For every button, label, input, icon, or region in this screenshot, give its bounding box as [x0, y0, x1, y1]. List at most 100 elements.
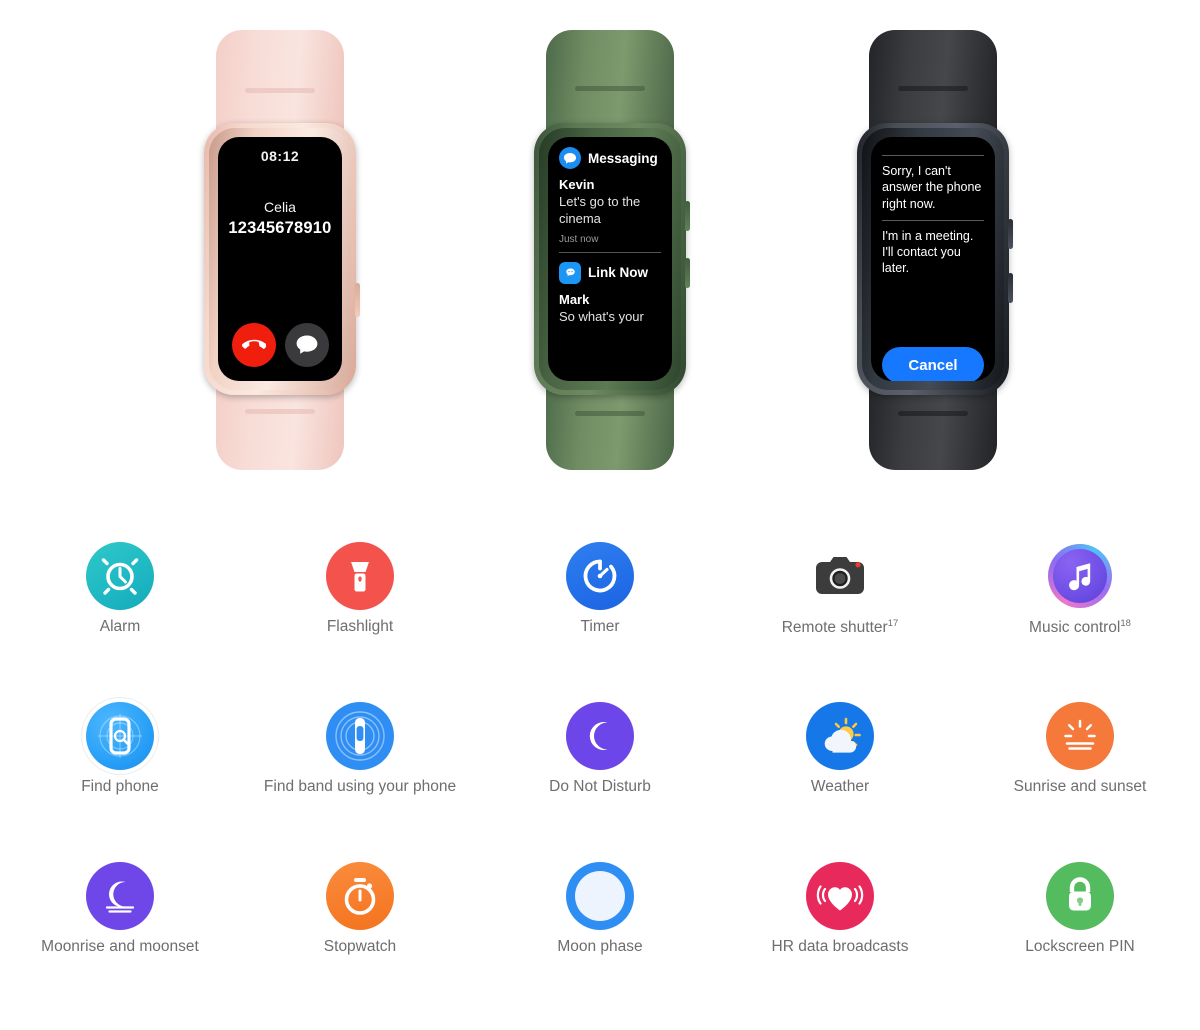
feature-moon-phase[interactable]: Moon phase	[480, 850, 720, 1010]
label-text: Remote shutter	[781, 619, 888, 637]
do-not-disturb-icon	[566, 702, 634, 770]
message-bubble-icon	[296, 335, 317, 354]
caller-number: 12345678910	[228, 219, 332, 237]
feature-lockscreen-pin[interactable]: Lockscreen PIN	[960, 850, 1200, 1010]
quick-reply-option[interactable]: Sorry, I can't answer the phone right no…	[882, 156, 984, 220]
icon-wrap	[326, 530, 394, 622]
icon-wrap	[1046, 690, 1114, 782]
label-text: Timer	[580, 618, 620, 635]
watch-quick-replies: Sorry, I can't answer the phone right no…	[838, 30, 1028, 470]
notification-sender: Mark	[559, 291, 590, 307]
icon-wrap	[566, 850, 634, 942]
feature-grid: Alarm Flashlight Timer Remote shutter17 …	[0, 530, 1200, 1010]
notification-body: Let's go to the cinema	[559, 194, 641, 227]
cancel-button[interactable]: Cancel	[882, 347, 984, 381]
feature-label: Music control18	[1029, 619, 1131, 636]
band-seam	[898, 86, 968, 91]
link-now-glyph-icon	[563, 266, 577, 279]
decline-call-button[interactable]	[231, 323, 276, 367]
label-text: Sunrise and sunset	[1013, 778, 1147, 795]
notification-app-name: Link Now	[588, 265, 648, 281]
watch-bezel: 08:12 Celia 12345678910	[209, 128, 351, 390]
notification-item[interactable]: Messaging Kevin Let's go to the cinema J…	[559, 147, 661, 245]
feature-hr-data-broadcasts[interactable]: HR data broadcasts	[720, 850, 960, 1010]
feature-find-band[interactable]: Find band using your phone	[240, 690, 480, 850]
heart-broadcast-glyph	[816, 885, 864, 911]
feature-find-phone[interactable]: Find phone	[0, 690, 240, 850]
link-now-app-icon	[559, 261, 581, 284]
watch-screen-quick-reply[interactable]: Sorry, I can't answer the phone right no…	[871, 137, 995, 381]
band-seam	[575, 86, 645, 91]
feature-alarm[interactable]: Alarm	[0, 530, 240, 690]
label-text: Find band using your phone	[263, 778, 457, 795]
feature-weather[interactable]: Weather	[720, 690, 960, 850]
feature-moonrise-moonset[interactable]: Moonrise and moonset	[0, 850, 240, 1010]
sunrise-sunset-icon	[1046, 702, 1114, 770]
feature-label: Lockscreen PIN	[1025, 939, 1134, 955]
notification-item[interactable]: Link Now Mark So what's your	[559, 261, 661, 325]
label-text: Weather	[810, 778, 870, 795]
label-text: Lockscreen PIN	[1025, 938, 1135, 955]
label-text: Moonrise and moonset	[41, 938, 199, 955]
feature-timer[interactable]: Timer	[480, 530, 720, 690]
icon-wrap	[326, 850, 394, 942]
notification-list: Messaging Kevin Let's go to the cinema J…	[548, 137, 672, 325]
watch-case: 08:12 Celia 12345678910	[204, 123, 360, 395]
watch-screen-notifications[interactable]: Messaging Kevin Let's go to the cinema J…	[548, 137, 672, 381]
footnote-marker: 18	[1120, 618, 1131, 629]
feature-flashlight[interactable]: Flashlight	[240, 530, 480, 690]
band-seam	[898, 411, 968, 416]
feature-sunrise-sunset[interactable]: Sunrise and sunset	[960, 690, 1200, 850]
phone-decline-icon	[241, 339, 266, 349]
label-text: Flashlight	[326, 618, 394, 635]
watch-side-button-secondary[interactable]	[1008, 273, 1013, 303]
feature-row: Alarm Flashlight Timer Remote shutter17 …	[0, 530, 1200, 690]
feature-label: Remote shutter17	[782, 619, 899, 636]
timer-glyph	[583, 559, 617, 593]
find-band-glyph	[335, 711, 385, 761]
feature-label: Weather	[811, 779, 869, 795]
watch-side-button[interactable]	[1008, 219, 1013, 249]
camera-glyph	[816, 557, 864, 594]
find-phone-icon	[81, 697, 159, 775]
footnote-marker: 17	[887, 618, 899, 629]
label-text: Music control	[1029, 619, 1121, 637]
watch-side-button[interactable]	[685, 201, 690, 231]
moonrise-moonset-icon	[86, 862, 154, 930]
notification-time: Just now	[559, 233, 599, 245]
feature-music-control[interactable]: Music control18	[960, 530, 1200, 690]
watch-side-button-secondary[interactable]	[685, 258, 690, 288]
padlock-glyph	[1069, 877, 1091, 911]
feature-row: Moonrise and moonset Stopwatch Moon phas…	[0, 850, 1200, 1010]
feature-remote-shutter[interactable]: Remote shutter17	[720, 530, 960, 690]
crescent-moon-glyph	[589, 722, 608, 750]
watch-incoming-call: 08:12 Celia 12345678910	[185, 30, 375, 470]
sun-cloud-glyph	[824, 717, 861, 753]
music-note-icon	[1046, 542, 1114, 610]
quick-reply-option[interactable]: I'm in a meeting. I'll contact you later…	[882, 221, 984, 285]
band-seam	[245, 409, 315, 414]
reply-message-button[interactable]	[284, 323, 329, 367]
camera-shutter-icon	[806, 542, 874, 610]
alarm-clock-icon	[86, 542, 154, 610]
feature-stopwatch[interactable]: Stopwatch	[240, 850, 480, 1010]
icon-wrap	[81, 690, 159, 782]
feature-label: Sunrise and sunset	[1014, 779, 1147, 795]
icon-wrap	[1046, 530, 1114, 622]
page-root: 08:12 Celia 12345678910 Messaging Kevin …	[0, 0, 1200, 1030]
label-text: Find phone	[81, 778, 159, 795]
feature-do-not-disturb[interactable]: Do Not Disturb	[480, 690, 720, 850]
icon-wrap	[326, 690, 394, 782]
moonrise-glyph	[105, 881, 135, 913]
music-note-glyph	[1069, 563, 1091, 591]
watch-screen-call[interactable]: 08:12 Celia 12345678910	[218, 137, 342, 381]
watch-bezel: Messaging Kevin Let's go to the cinema J…	[539, 128, 681, 390]
watch-bezel: Sorry, I can't answer the phone right no…	[862, 128, 1004, 390]
messaging-app-icon	[559, 147, 581, 169]
watch-side-button[interactable]	[355, 283, 360, 317]
label-text: Stopwatch	[323, 938, 397, 955]
feature-label: Timer	[580, 619, 619, 635]
band-seam	[245, 88, 315, 93]
notification-header: Link Now	[559, 261, 661, 284]
icon-wrap	[566, 530, 634, 622]
